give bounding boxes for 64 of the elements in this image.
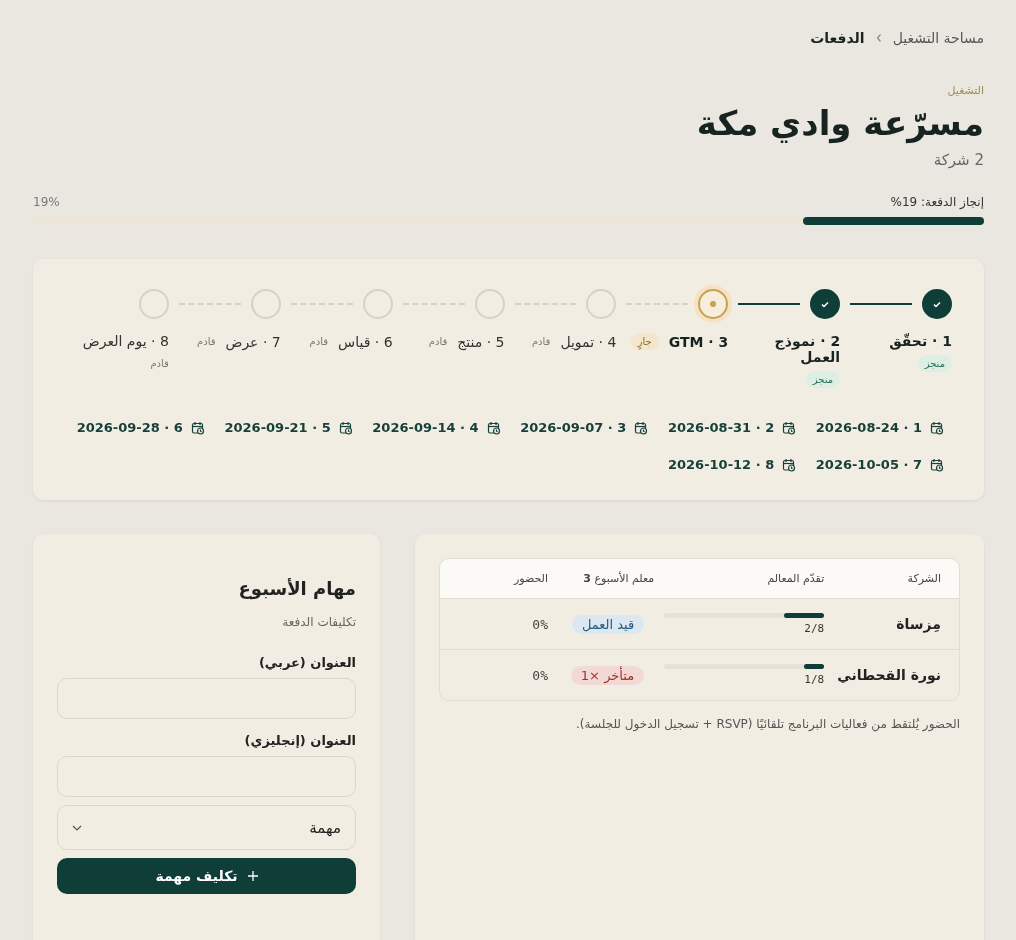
chevron-icon: [874, 33, 883, 43]
step-status: جارٍ: [630, 333, 659, 350]
step-label: 7 · عرض: [225, 333, 281, 350]
attendance-value: 0%: [531, 616, 548, 632]
input-field[interactable]: [57, 756, 356, 797]
status-chip: قيد العمل: [571, 614, 645, 634]
company-name: مِزساة: [895, 616, 941, 632]
step-label: 1 · تحقّق: [889, 333, 952, 349]
calendar-clock-icon: [782, 457, 797, 472]
step-label: GTM · 3: [668, 333, 729, 350]
page-title: مسرّعة وادي مكة: [695, 103, 984, 143]
calendar-clock-icon: [634, 420, 649, 435]
company-name: نورة القحطاني: [836, 667, 941, 683]
step-status: قادم: [309, 335, 329, 349]
column-header: الشركة: [906, 572, 941, 585]
status-chip: متأخر ×1: [570, 665, 645, 685]
progress-reading: 19%: [33, 195, 60, 209]
week-date: 1 · 2026-08-24: [815, 420, 922, 435]
breadcrumb-item[interactable]: مساحة التشغيل: [892, 30, 984, 46]
progress-label: إنجاز الدفعة: 19%: [890, 195, 984, 209]
step-label: 8 · يوم العرض: [82, 333, 169, 349]
calendar-clock-icon: [782, 420, 797, 435]
week-date: 8 · 2026-10-12: [667, 457, 775, 472]
step-label: 2 · نموذج العمل: [773, 333, 841, 365]
breadcrumb-item[interactable]: الدفعات: [810, 30, 865, 46]
step-status: قادم: [428, 335, 448, 349]
week-date: 2 · 2026-08-31: [667, 420, 775, 435]
column-header: تقدّم المعالم: [766, 572, 825, 585]
step-label: 4 · تمويل: [560, 333, 617, 350]
week-date: 4 · 2026-09-14: [372, 420, 479, 435]
week-date: 3 · 2026-09-07: [520, 420, 627, 435]
step-connector: [738, 303, 801, 305]
calendar-clock-icon: [486, 420, 501, 435]
field-label: العنوان (عربي): [257, 655, 356, 670]
assign-task-button[interactable]: تكليف مهمة: [57, 858, 356, 894]
column-header: الحضور: [512, 572, 548, 585]
card-subtitle: تكليفات الدفعة: [281, 615, 356, 629]
milestone-count: 1/8: [804, 673, 825, 686]
week-date: 6 · 2026-09-28: [76, 420, 183, 435]
calendar-clock-icon: [930, 420, 944, 435]
attendance-note: الحضور يُلتقط من فعاليات البرنامج تلقائيًا (RSVP + تسجيل الدخول للجلسة).: [575, 717, 960, 731]
step-status: منجز: [805, 371, 841, 388]
card-title: مهام الأسبوع: [237, 578, 356, 599]
step-status: قادم: [531, 335, 551, 349]
input-field[interactable]: [57, 678, 356, 719]
type-select[interactable]: مهمة: [57, 805, 356, 850]
attendance-value: 0%: [531, 667, 548, 683]
week-date: 7 · 2026-10-05: [815, 457, 922, 472]
plus-icon: [247, 871, 258, 881]
field-label: العنوان (إنجليزي): [243, 733, 356, 748]
step-status: منجز: [917, 355, 952, 372]
milestone-count: 2/8: [804, 622, 825, 635]
calendar-clock-icon: [190, 420, 205, 435]
section-eyebrow: التشغيل: [946, 84, 984, 97]
week-date: 5 · 2026-09-21: [224, 420, 331, 435]
calendar-clock-icon: [930, 457, 944, 472]
chevron-down-icon: [72, 824, 82, 831]
company-count: 2 شركة: [932, 151, 984, 169]
step-label: 5 · منتج: [457, 333, 505, 350]
calendar-clock-icon: [338, 420, 353, 435]
step-status: قادم: [150, 357, 169, 371]
step-label: 6 · قياس: [338, 333, 393, 350]
step-status: قادم: [197, 335, 216, 349]
step-connector: [850, 303, 912, 305]
